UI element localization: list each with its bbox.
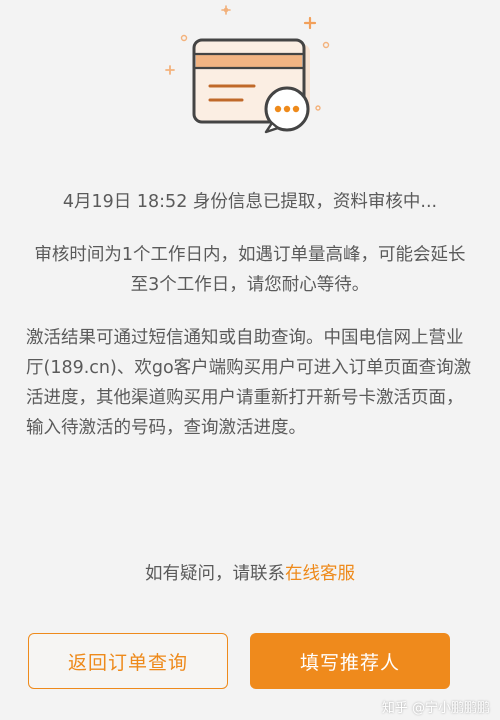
activation-notice: 激活结果可通过短信通知或自助查询。中国电信网上营业厅(189.cn)、欢go客户… xyxy=(26,328,472,438)
help-line: 如有疑问，请联系在线客服 xyxy=(0,561,500,587)
status-line: 4月19日 18:52 身份信息已提取，资料审核中... xyxy=(0,189,500,215)
chat-bubble-icon xyxy=(264,86,310,134)
fill-referrer-button[interactable]: 填写推荐人 xyxy=(250,633,450,689)
dot-icon xyxy=(322,41,330,49)
status-date: 4月19日 xyxy=(62,192,132,212)
dot-icon xyxy=(315,105,321,111)
status-message: 身份信息已提取，资料审核中... xyxy=(192,192,438,212)
review-notice: 审核时间为1个工作日内，如遇订单量高峰，可能会延长至3个工作日，请您耐心等待。 xyxy=(34,245,466,295)
plus-icon xyxy=(165,65,175,75)
plus-icon xyxy=(303,16,317,30)
dot-icon xyxy=(180,34,188,42)
back-to-order-query-button[interactable]: 返回订单查询 xyxy=(28,633,228,689)
online-service-link[interactable]: 在线客服 xyxy=(285,564,355,584)
help-prefix: 如有疑问，请联系 xyxy=(145,564,285,584)
activation-status-page: 4月19日 18:52 身份信息已提取，资料审核中... 审核时间为1个工作日内… xyxy=(0,0,500,720)
sparkle-icon xyxy=(221,5,231,15)
status-time: 18:52 xyxy=(136,192,188,212)
card-chat-illustration-icon xyxy=(165,5,330,134)
watermark: 知乎 @宁小鹏鹏鹏 xyxy=(381,701,490,716)
